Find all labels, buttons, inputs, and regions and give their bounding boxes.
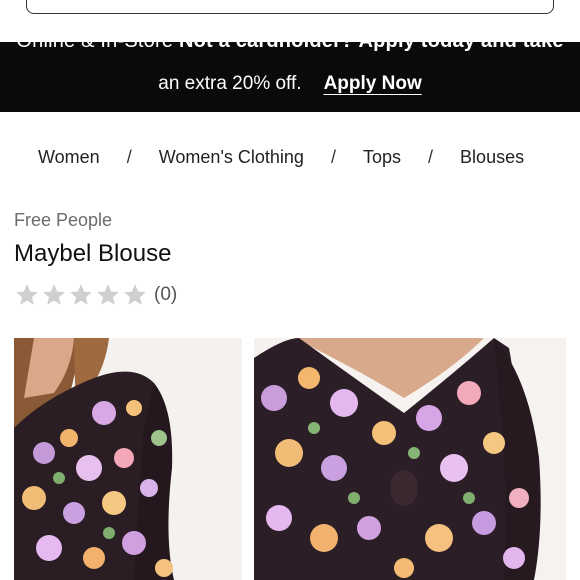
floral-blouse-detail-photo — [254, 338, 566, 580]
promo-headline: Online & In-Store Not a cardholder? Appl… — [0, 42, 580, 53]
breadcrumb-item-womens-clothing[interactable]: Women's Clothing — [159, 147, 304, 168]
promo-headline-pre: Online & In-Store — [16, 42, 173, 52]
promo-banner: Online & In-Store Not a cardholder? Appl… — [0, 42, 580, 112]
star-icon — [70, 284, 92, 305]
star-icon — [43, 284, 65, 305]
product-image-model[interactable] — [14, 338, 242, 580]
product-title: Maybel Blouse — [14, 240, 172, 267]
promo-headline-bold: Not a cardholder? Apply today and take — [179, 42, 564, 52]
review-count[interactable]: (0) — [154, 284, 177, 306]
star-icon — [97, 284, 119, 305]
product-image-detail[interactable] — [254, 338, 566, 580]
breadcrumb-item-women[interactable]: Women — [38, 147, 100, 168]
search-icon[interactable] — [525, 0, 539, 7]
breadcrumb-item-tops[interactable]: Tops — [363, 147, 401, 168]
star-icon — [16, 284, 38, 305]
floral-blouse-photo — [14, 338, 242, 580]
promo-offer-text: an extra 20% off. — [158, 73, 302, 94]
breadcrumb-item-blouses[interactable]: Blouses — [460, 147, 524, 168]
star-icon — [124, 284, 146, 305]
promo-offer: an extra 20% off. Apply Now — [0, 73, 580, 95]
breadcrumb: Women / Women's Clothing / Tops / Blouse… — [38, 147, 524, 168]
breadcrumb-separator: / — [428, 147, 434, 167]
breadcrumb-separator: / — [330, 147, 336, 167]
breadcrumb-separator: / — [126, 147, 132, 167]
brand-link[interactable]: Free People — [14, 210, 112, 231]
apply-now-link[interactable]: Apply Now — [324, 73, 422, 94]
rating-summary[interactable]: (0) — [14, 282, 177, 308]
star-rating — [14, 282, 148, 308]
search-input[interactable] — [26, 0, 554, 14]
